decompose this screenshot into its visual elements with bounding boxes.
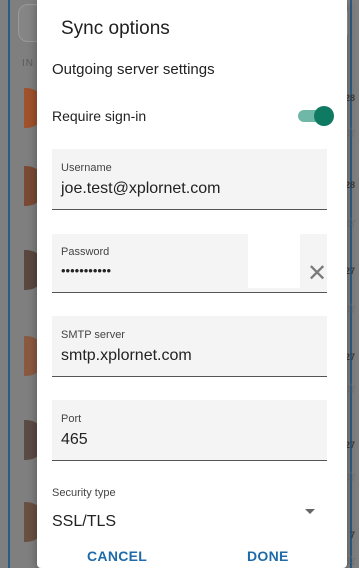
require-signin-label: Require sign-in [52, 108, 147, 124]
port-value: 465 [61, 431, 88, 448]
security-type-select[interactable]: SSL/TLS [52, 513, 116, 531]
dialog-title: Sync options [61, 18, 170, 39]
username-label: Username [61, 162, 112, 174]
smtp-server-label: SMTP server [61, 329, 125, 341]
password-field-gap [248, 234, 300, 288]
cancel-button[interactable]: CANCEL [87, 548, 147, 564]
dialog-subtitle: Outgoing server settings [52, 61, 215, 78]
username-field[interactable]: Username joe.test@xplornet.com [52, 149, 327, 210]
smtp-server-value: smtp.xplornet.com [61, 347, 192, 364]
require-signin-toggle[interactable] [296, 106, 334, 126]
done-button[interactable]: DONE [247, 548, 289, 564]
security-type-label: Security type [52, 487, 116, 499]
require-signin-row: Require sign-in [52, 106, 334, 126]
username-value: joe.test@xplornet.com [61, 180, 221, 197]
background-date: 7 [349, 530, 355, 540]
port-label: Port [61, 413, 82, 425]
password-label: Password [61, 246, 110, 258]
sync-options-dialog: Sync options Outgoing server settings Re… [37, 0, 347, 568]
background-list-label: IN [22, 58, 34, 69]
close-icon[interactable]: ✕ [307, 262, 327, 286]
chevron-down-icon[interactable] [305, 509, 315, 514]
smtp-server-field[interactable]: SMTP server smtp.xplornet.com [52, 316, 327, 377]
password-value: ••••••••••• [61, 263, 112, 278]
port-field[interactable]: Port 465 [52, 400, 327, 461]
